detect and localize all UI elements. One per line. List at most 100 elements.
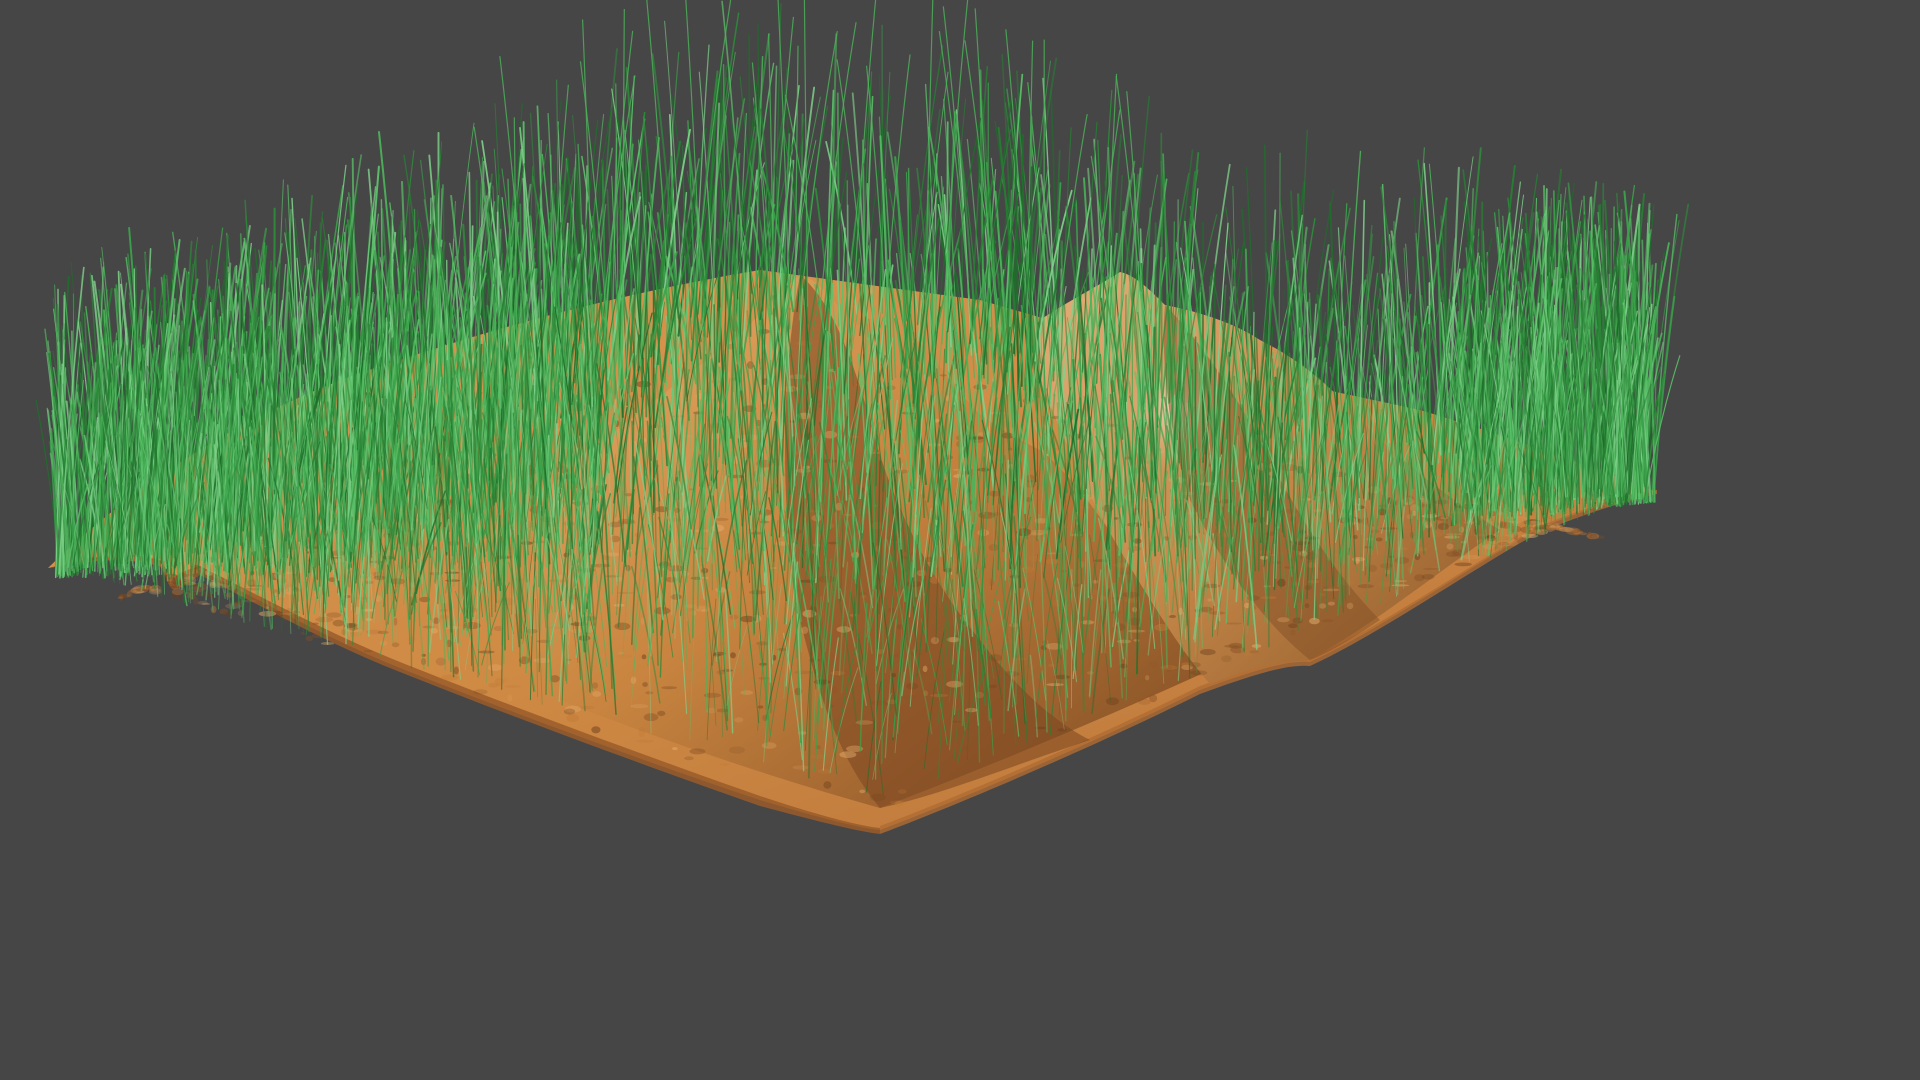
soil-speckle <box>706 707 718 714</box>
soil-speckle <box>300 631 305 635</box>
soil-speckle <box>1190 670 1208 676</box>
soil-speckle <box>1378 581 1391 588</box>
soil-speckle <box>897 789 907 794</box>
soil-speckle <box>1017 657 1026 661</box>
grass-blade <box>907 167 910 357</box>
soil-speckle <box>1221 655 1232 663</box>
soil-speckle <box>258 611 277 617</box>
soil-speckle <box>734 717 744 723</box>
grass-blade <box>1032 478 1034 570</box>
render-viewport <box>0 0 1920 1080</box>
soil-speckle <box>1446 543 1454 550</box>
soil-speckle <box>962 745 968 751</box>
soil-speckle <box>657 710 666 717</box>
soil-speckle <box>859 789 866 794</box>
soil-speckle <box>196 600 202 605</box>
soil-speckle <box>312 622 319 625</box>
soil-speckle <box>630 704 649 709</box>
soil-speckle <box>930 637 940 645</box>
soil-speckle <box>1563 528 1581 534</box>
grass-blade <box>875 589 877 780</box>
soil-speckle <box>127 589 133 598</box>
soil-speckle <box>1288 623 1298 629</box>
soil-speckle <box>757 705 764 709</box>
soil-speckle <box>661 686 678 690</box>
grass-blade <box>337 343 341 581</box>
soil-speckle <box>332 619 345 627</box>
soil-speckle <box>839 751 857 758</box>
soil-speckle <box>616 653 633 659</box>
soil-speckle <box>951 720 962 723</box>
soil-speckle <box>1227 612 1236 620</box>
soil-speckle <box>1463 554 1481 560</box>
soil-speckle <box>794 670 812 675</box>
grass-blade <box>1194 336 1197 560</box>
soil-speckle <box>563 708 576 715</box>
soil-speckle <box>1149 694 1158 703</box>
soil-speckle <box>795 341 812 346</box>
soil-speckle <box>642 682 648 687</box>
soil-speckle <box>473 689 488 695</box>
soil-speckle <box>591 726 601 734</box>
soil-speckle <box>728 746 745 754</box>
soil-speckle <box>672 747 678 751</box>
soil-speckle <box>710 697 723 702</box>
soil-speckle <box>645 691 654 695</box>
soil-speckle <box>1375 537 1383 542</box>
soil-speckle <box>1057 728 1067 732</box>
grass-blade <box>1003 560 1006 734</box>
soil-speckle <box>740 690 754 695</box>
soil-speckle <box>305 635 313 642</box>
soil-speckle <box>855 720 873 725</box>
soil-speckle <box>1290 629 1296 636</box>
grass-blade <box>765 617 769 747</box>
soil-speckle <box>636 739 654 743</box>
soil-speckle <box>616 591 634 594</box>
soil-speckle <box>801 626 809 634</box>
soil-speckle <box>655 506 669 513</box>
grass-blade <box>357 417 360 521</box>
soil-speckle <box>363 650 373 653</box>
soil-speckle <box>453 666 459 675</box>
soil-speckle <box>566 714 580 723</box>
soil-speckle <box>1122 591 1140 598</box>
grass-blade <box>1456 310 1460 552</box>
soil-speckle <box>1307 579 1320 584</box>
soil-speckle <box>1225 622 1242 625</box>
soil-speckle <box>177 596 183 600</box>
soil-speckle <box>698 599 707 605</box>
soil-speckle <box>823 781 832 789</box>
soil-speckle <box>1422 567 1441 570</box>
soil-speckle <box>895 800 903 808</box>
rendered-terrain-scene <box>35 0 1690 834</box>
soil-speckle <box>315 617 334 623</box>
soil-speckle <box>326 612 342 618</box>
soil-speckle <box>478 650 495 654</box>
soil-speckle <box>118 593 127 601</box>
soil-speckle <box>761 742 777 749</box>
soil-speckle <box>1548 523 1558 531</box>
soil-speckle <box>1249 650 1260 654</box>
soil-speckle <box>792 765 810 770</box>
soil-speckle <box>507 694 513 702</box>
soil-speckle <box>282 614 289 621</box>
soil-speckle <box>1322 588 1340 592</box>
soil-speckle <box>1054 674 1070 680</box>
soil-speckle <box>504 685 522 688</box>
soil-speckle <box>1277 578 1286 587</box>
soil-speckle <box>719 763 731 766</box>
soil-speckle <box>1590 533 1598 540</box>
grass-blade <box>1494 446 1498 539</box>
grass-blade <box>1481 302 1484 516</box>
soil-speckle <box>592 682 599 689</box>
soil-speckle <box>721 669 734 672</box>
soil-speckle <box>503 677 508 683</box>
soil-speckle <box>1385 569 1391 575</box>
soil-speckle <box>641 654 647 660</box>
soil-speckle <box>1199 649 1216 656</box>
soil-speckle <box>487 664 503 671</box>
soil-speckle <box>533 658 552 663</box>
soil-speckle <box>939 374 947 377</box>
soil-speckle <box>922 665 928 673</box>
soil-speckle <box>730 652 736 659</box>
